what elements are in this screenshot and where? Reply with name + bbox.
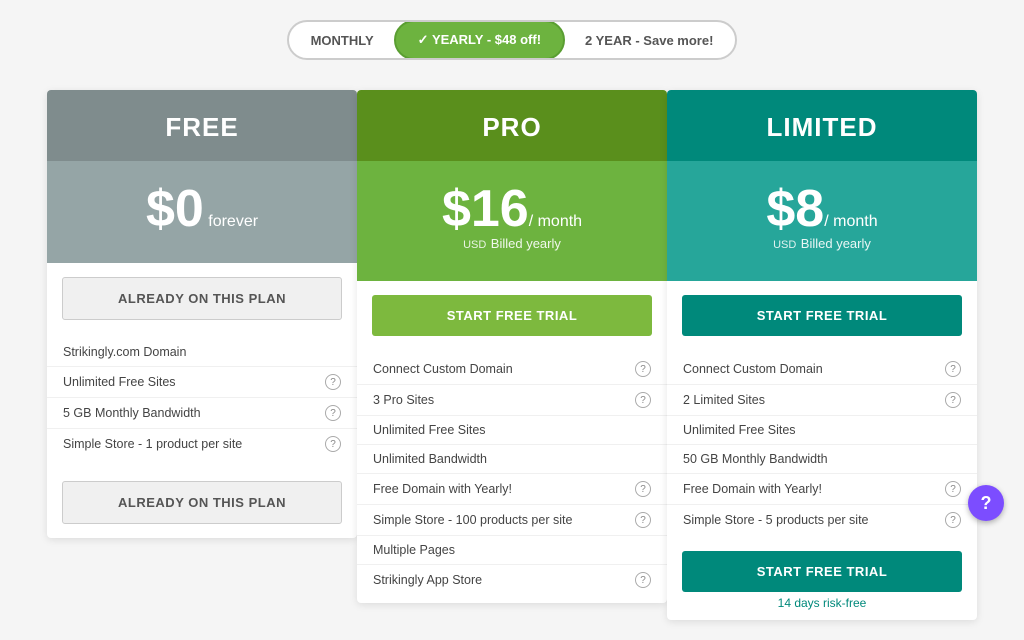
list-item: 5 GB Monthly Bandwidth ? — [47, 398, 357, 429]
limited-price-area: $8/ month USD Billed yearly — [667, 161, 977, 281]
info-icon[interactable]: ? — [635, 392, 651, 408]
free-card-header: FREE — [47, 90, 357, 161]
limited-feature-list: Connect Custom Domain ? 2 Limited Sites … — [667, 350, 977, 543]
list-item: Simple Store - 1 product per site ? — [47, 429, 357, 459]
feature-text: 2 Limited Sites — [683, 393, 939, 407]
list-item: 50 GB Monthly Bandwidth — [667, 445, 977, 474]
info-icon[interactable]: ? — [635, 481, 651, 497]
pro-cta-top-button[interactable]: START FREE TRIAL — [372, 295, 652, 336]
limited-cta-bottom-button[interactable]: START FREE TRIAL — [682, 551, 962, 592]
feature-text: Free Domain with Yearly! — [683, 482, 939, 496]
toggle-monthly[interactable]: MONTHLY — [289, 23, 396, 58]
list-item: Strikingly App Store ? — [357, 565, 667, 595]
pro-price-unit: / month — [529, 213, 582, 230]
pro-price: $16/ month — [367, 183, 657, 235]
pro-plan-title: PRO — [367, 112, 657, 143]
limited-price: $8/ month — [677, 183, 967, 235]
feature-text: Unlimited Bandwidth — [373, 452, 651, 466]
feature-text: Connect Custom Domain — [683, 362, 939, 376]
info-icon[interactable]: ? — [635, 572, 651, 588]
limited-billing-info: USD Billed yearly — [677, 235, 967, 253]
free-price-area: $0 forever — [47, 161, 357, 263]
list-item: Simple Store - 100 products per site ? — [357, 505, 667, 536]
feature-text: Simple Store - 5 products per site — [683, 513, 939, 527]
list-item: Multiple Pages — [357, 536, 667, 565]
info-icon[interactable]: ? — [325, 374, 341, 390]
feature-text: 3 Pro Sites — [373, 393, 629, 407]
risk-free-label: 14 days risk-free — [667, 596, 977, 620]
pro-card-body: START FREE TRIAL Connect Custom Domain ?… — [357, 295, 667, 603]
limited-card-header: LIMITED — [667, 90, 977, 161]
feature-text: Multiple Pages — [373, 543, 651, 557]
limited-cta-top-button[interactable]: START FREE TRIAL — [682, 295, 962, 336]
list-item: Connect Custom Domain ? — [357, 354, 667, 385]
feature-text: 5 GB Monthly Bandwidth — [63, 406, 319, 420]
pro-card-header: PRO — [357, 90, 667, 161]
info-icon[interactable]: ? — [945, 512, 961, 528]
list-item: Unlimited Free Sites — [357, 416, 667, 445]
limited-usd: USD — [773, 239, 796, 251]
pro-price-area: $16/ month USD Billed yearly — [357, 161, 667, 281]
free-card-body: ALREADY ON THIS PLAN Strikingly.com Doma… — [47, 277, 357, 524]
limited-price-unit: / month — [824, 213, 877, 230]
info-icon[interactable]: ? — [325, 405, 341, 421]
info-icon[interactable]: ? — [945, 481, 961, 497]
free-cta-top-button[interactable]: ALREADY ON THIS PLAN — [62, 277, 342, 320]
feature-text: 50 GB Monthly Bandwidth — [683, 452, 961, 466]
list-item: Strikingly.com Domain — [47, 338, 357, 367]
pro-plan-card: PRO $16/ month USD Billed yearly START F… — [357, 90, 667, 603]
feature-text: Unlimited Free Sites — [683, 423, 961, 437]
billing-toggle[interactable]: MONTHLY ✓ YEARLY - $48 off! 2 YEAR - Sav… — [287, 20, 738, 60]
free-price-value: $0 — [146, 180, 204, 238]
free-feature-list: Strikingly.com Domain Unlimited Free Sit… — [47, 334, 357, 467]
toggle-2year[interactable]: 2 YEAR - Save more! — [563, 23, 735, 58]
free-plan-card: FREE $0 forever ALREADY ON THIS PLAN Str… — [47, 90, 357, 538]
list-item: Free Domain with Yearly! ? — [667, 474, 977, 505]
feature-text: Free Domain with Yearly! — [373, 482, 629, 496]
list-item: Unlimited Free Sites ? — [47, 367, 357, 398]
limited-card-body: START FREE TRIAL Connect Custom Domain ?… — [667, 295, 977, 620]
free-cta-bottom-button[interactable]: ALREADY ON THIS PLAN — [62, 481, 342, 524]
limited-billed: Billed yearly — [801, 236, 871, 251]
feature-text: Connect Custom Domain — [373, 362, 629, 376]
feature-text: Simple Store - 100 products per site — [373, 513, 629, 527]
list-item: 2 Limited Sites ? — [667, 385, 977, 416]
free-price-suffix: forever — [208, 213, 258, 230]
pro-feature-list: Connect Custom Domain ? 3 Pro Sites ? Un… — [357, 350, 667, 603]
list-item: 3 Pro Sites ? — [357, 385, 667, 416]
info-icon[interactable]: ? — [635, 361, 651, 377]
list-item: Unlimited Bandwidth — [357, 445, 667, 474]
feature-text: Unlimited Free Sites — [63, 375, 319, 389]
list-item: Simple Store - 5 products per site ? — [667, 505, 977, 535]
info-icon[interactable]: ? — [325, 436, 341, 452]
free-price: $0 forever — [57, 183, 347, 235]
feature-text: Strikingly App Store — [373, 573, 629, 587]
pro-billed: Billed yearly — [491, 236, 561, 251]
info-icon[interactable]: ? — [945, 361, 961, 377]
pro-usd: USD — [463, 239, 486, 251]
free-plan-title: FREE — [57, 112, 347, 143]
list-item: Connect Custom Domain ? — [667, 354, 977, 385]
info-icon[interactable]: ? — [635, 512, 651, 528]
pro-billing-info: USD Billed yearly — [367, 235, 657, 253]
info-icon[interactable]: ? — [945, 392, 961, 408]
list-item: Free Domain with Yearly! ? — [357, 474, 667, 505]
feature-text: Unlimited Free Sites — [373, 423, 651, 437]
pro-price-value: $16 — [442, 180, 529, 238]
feature-text: Simple Store - 1 product per site — [63, 437, 319, 451]
help-button[interactable]: ? — [968, 485, 1004, 521]
limited-plan-title: LIMITED — [677, 112, 967, 143]
feature-text: Strikingly.com Domain — [63, 345, 341, 359]
list-item: Unlimited Free Sites — [667, 416, 977, 445]
limited-price-value: $8 — [766, 180, 824, 238]
toggle-yearly[interactable]: ✓ YEARLY - $48 off! — [394, 20, 565, 60]
